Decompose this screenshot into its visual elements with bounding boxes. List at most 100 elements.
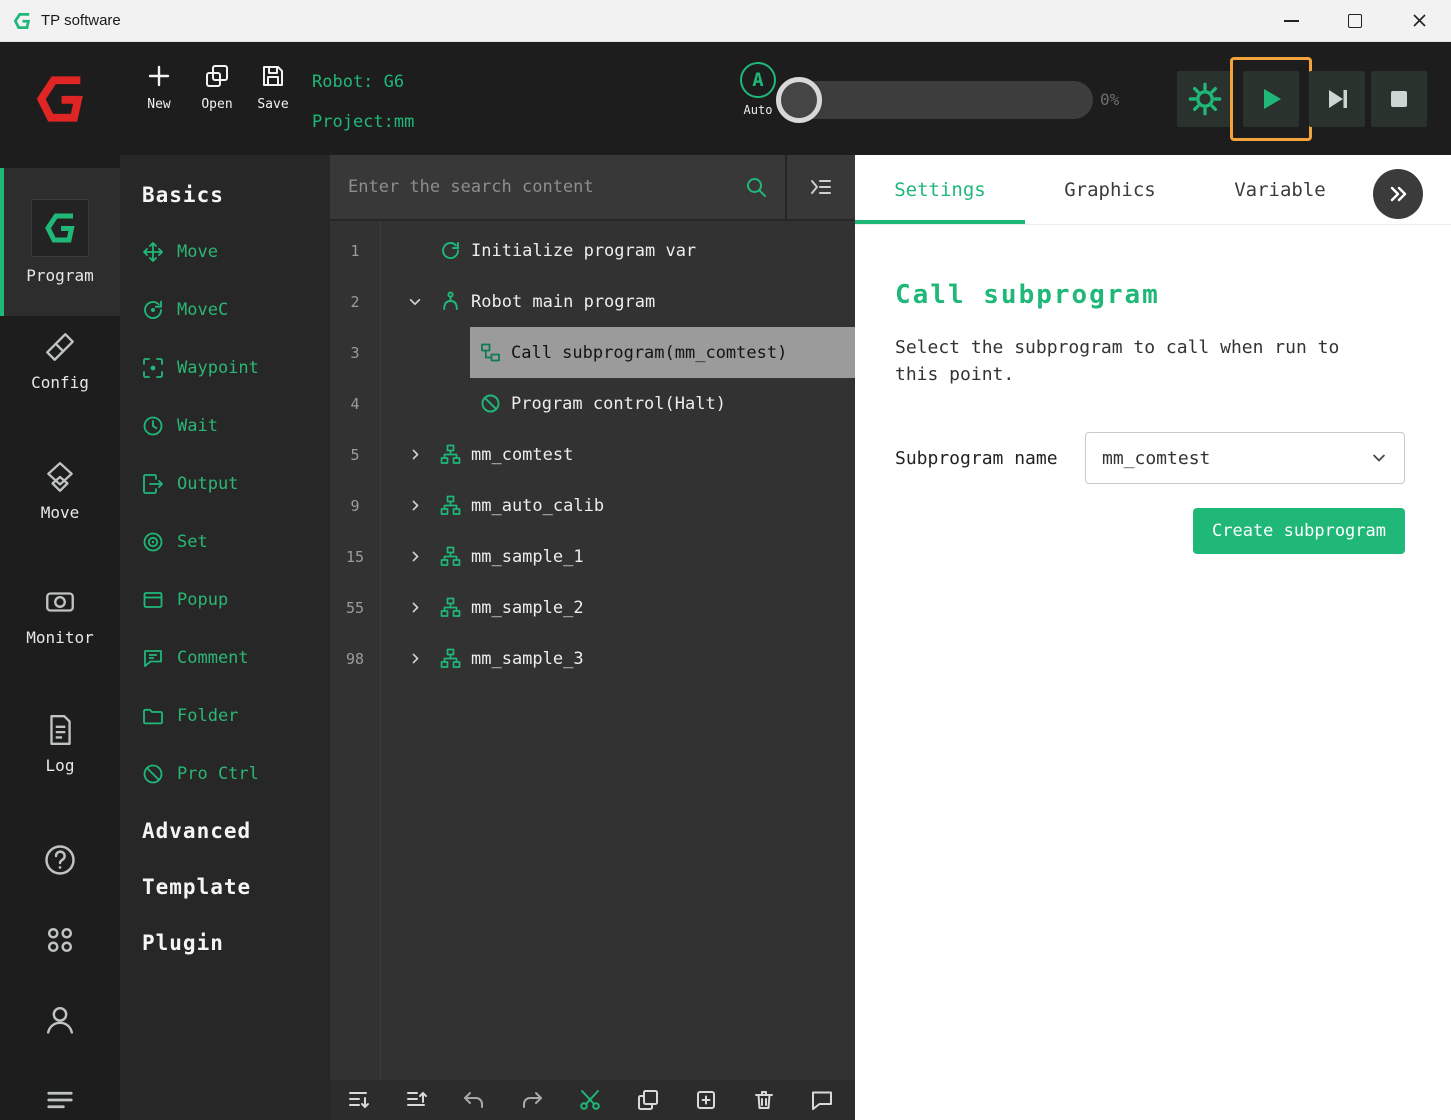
command-waypoint[interactable]: Waypoint xyxy=(120,339,330,397)
tab-settings[interactable]: Settings xyxy=(855,155,1025,224)
sidebar-item-label: Program xyxy=(26,266,94,285)
subprogram-group-icon xyxy=(440,597,461,617)
tree-row-main-program[interactable]: 2 Robot main program xyxy=(330,276,855,327)
command-label: MoveC xyxy=(177,300,229,320)
play-button[interactable] xyxy=(1243,71,1299,127)
search-input[interactable] xyxy=(348,177,735,197)
command-folder[interactable]: Folder xyxy=(120,687,330,745)
command-output[interactable]: Output xyxy=(120,455,330,513)
undo-icon xyxy=(464,1092,483,1108)
subprogram-select[interactable]: mm_comtest xyxy=(1085,432,1405,484)
cut-button[interactable] xyxy=(578,1088,602,1112)
tree-row-call-subprogram[interactable]: 3 Call subprogram(mm_comtest) xyxy=(330,327,855,378)
new-button[interactable]: New xyxy=(130,63,188,112)
command-movec[interactable]: MoveC xyxy=(120,281,330,339)
section-basics[interactable]: Basics xyxy=(120,167,330,223)
tab-graphics[interactable]: Graphics xyxy=(1025,155,1195,224)
move-command-icon xyxy=(143,242,163,262)
step-forward-button[interactable] xyxy=(1309,71,1365,127)
command-palette: Basics Move MoveC Waypoint Wait Output S… xyxy=(120,155,330,1120)
tab-variable[interactable]: Variable xyxy=(1195,155,1365,224)
search-box xyxy=(330,155,785,219)
redo-button[interactable] xyxy=(520,1088,544,1112)
insert-below-button[interactable] xyxy=(404,1088,428,1112)
auto-mode-icon: A xyxy=(740,62,776,98)
undo-button[interactable] xyxy=(462,1088,486,1112)
sidebar-menu-button[interactable] xyxy=(0,1082,120,1118)
line-number: 55 xyxy=(345,598,365,617)
expand-tabs-button[interactable] xyxy=(1373,169,1423,219)
chevron-right-icon[interactable] xyxy=(400,447,430,462)
tree-row-mm-auto-calib[interactable]: 9 mm_auto_calib xyxy=(330,480,855,531)
speed-slider-handle[interactable] xyxy=(776,77,822,123)
minimize-button[interactable] xyxy=(1259,0,1323,41)
apps-grid-icon xyxy=(47,927,73,953)
sidebar-item-move[interactable]: Move xyxy=(0,460,120,522)
sidebar-apps-button[interactable] xyxy=(0,922,120,958)
redo-icon xyxy=(523,1092,542,1108)
command-comment[interactable]: Comment xyxy=(120,629,330,687)
copy-button[interactable] xyxy=(636,1088,660,1112)
sidebar-item-program[interactable]: Program xyxy=(0,168,120,316)
tree-row-label: Initialize program var xyxy=(471,240,697,261)
sidebar-item-label: Config xyxy=(31,373,89,392)
open-button[interactable]: Open xyxy=(188,63,246,112)
line-number: 2 xyxy=(350,292,360,311)
folder-command-icon xyxy=(143,708,163,725)
comment-tool-button[interactable] xyxy=(810,1088,834,1112)
sidebar-item-log[interactable]: Log xyxy=(0,713,120,775)
chevron-right-icon[interactable] xyxy=(400,651,430,666)
create-subprogram-button[interactable]: Create subprogram xyxy=(1193,508,1405,554)
tree-row-initialize[interactable]: 1 Initialize program var xyxy=(330,225,855,276)
save-button[interactable]: Save xyxy=(244,63,302,112)
stop-button[interactable] xyxy=(1371,71,1427,127)
settings-content: Call subprogram Select the subprogram to… xyxy=(855,225,1451,554)
tree-row-mm-sample-1[interactable]: 15 mm_sample_1 xyxy=(330,531,855,582)
panel-tabs: Settings Graphics Variable xyxy=(855,155,1451,225)
sidebar-help-button[interactable] xyxy=(0,842,120,878)
line-number: 1 xyxy=(350,241,360,260)
close-icon xyxy=(1412,14,1426,27)
run-settings-button[interactable] xyxy=(1177,71,1233,127)
insert-above-button[interactable] xyxy=(346,1088,370,1112)
chevron-right-icon[interactable] xyxy=(400,498,430,513)
command-set[interactable]: Set xyxy=(120,513,330,571)
subprogram-group-icon xyxy=(440,444,461,464)
paste-add-button[interactable] xyxy=(694,1088,718,1112)
maximize-button[interactable] xyxy=(1323,0,1387,41)
sidebar-item-config[interactable]: Config xyxy=(0,330,120,392)
chevron-down-icon[interactable] xyxy=(400,294,430,310)
chevron-right-icon[interactable] xyxy=(400,549,430,564)
speed-slider[interactable] xyxy=(776,77,1093,123)
step-forward-icon xyxy=(1329,90,1347,108)
command-label: Folder xyxy=(177,706,239,726)
tree-row-mm-sample-3[interactable]: 98 mm_sample_3 xyxy=(330,633,855,684)
tree-row-mm-comtest[interactable]: 5 mm_comtest xyxy=(330,429,855,480)
close-button[interactable] xyxy=(1387,0,1451,41)
command-label: Pro Ctrl xyxy=(177,764,259,784)
tree-row-label: Program control(Halt) xyxy=(511,393,726,414)
search-icon[interactable] xyxy=(745,176,767,198)
command-pro-ctrl[interactable]: Pro Ctrl xyxy=(120,745,330,803)
tree-row-mm-sample-2[interactable]: 55 mm_sample_2 xyxy=(330,582,855,633)
app-title: TP software xyxy=(41,12,121,29)
section-plugin[interactable]: Plugin xyxy=(120,915,330,971)
window-controls xyxy=(1259,0,1451,41)
section-advanced[interactable]: Advanced xyxy=(120,803,330,859)
sidebar-user-button[interactable] xyxy=(0,1002,120,1038)
command-wait[interactable]: Wait xyxy=(120,397,330,455)
program-icon xyxy=(31,199,89,257)
command-move[interactable]: Move xyxy=(120,223,330,281)
tree-outline-button[interactable] xyxy=(785,155,855,219)
sidebar-item-label: Move xyxy=(40,503,80,522)
trash-icon xyxy=(755,1091,773,1109)
command-popup[interactable]: Popup xyxy=(120,571,330,629)
tree-row-program-control[interactable]: 4 Program control(Halt) xyxy=(330,378,855,429)
minimize-icon xyxy=(1283,19,1299,22)
call-subprogram-icon xyxy=(481,343,500,362)
sidebar-item-monitor[interactable]: Monitor xyxy=(0,585,120,647)
section-template[interactable]: Template xyxy=(120,859,330,915)
save-icon xyxy=(263,66,283,86)
chevron-right-icon[interactable] xyxy=(400,600,430,615)
delete-button[interactable] xyxy=(752,1088,776,1112)
